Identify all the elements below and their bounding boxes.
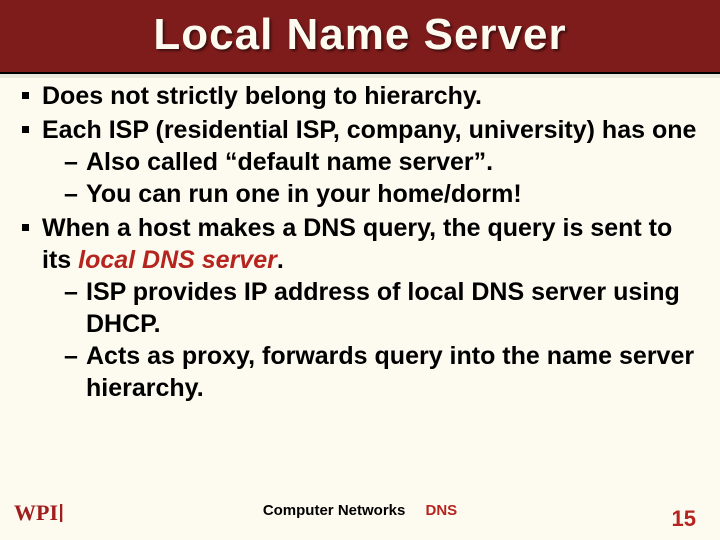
- footer-course: Computer Networks: [263, 502, 406, 519]
- bullet-item: Each ISP (residential ISP, company, univ…: [18, 114, 702, 210]
- footer-center: Computer Networks DNS: [0, 502, 720, 519]
- slide-title: Local Name Server: [153, 10, 566, 59]
- page-number: 15: [672, 506, 696, 532]
- sub-bullet-item: You can run one in your home/dorm!: [64, 178, 702, 210]
- bullet-text-emphasis: local DNS server: [78, 246, 277, 274]
- bullet-text: Does not strictly belong to hierarchy.: [42, 82, 482, 110]
- bullet-item: Does not strictly belong to hierarchy.: [18, 80, 702, 112]
- sub-bullet-text: Acts as proxy, forwards query into the n…: [86, 342, 694, 402]
- sub-bullet-item: Acts as proxy, forwards query into the n…: [64, 340, 702, 404]
- bullet-list: Does not strictly belong to hierarchy. E…: [18, 80, 702, 404]
- sub-bullet-text: ISP provides IP address of local DNS ser…: [86, 278, 680, 338]
- sub-bullet-list: ISP provides IP address of local DNS ser…: [42, 276, 702, 404]
- bullet-item: When a host makes a DNS query, the query…: [18, 212, 702, 404]
- sub-bullet-text: Also called “default name server”.: [86, 148, 493, 176]
- slide: Local Name Server Does not strictly belo…: [0, 0, 720, 540]
- sub-bullet-list: Also called “default name server”. You c…: [42, 146, 702, 210]
- slide-body: Does not strictly belong to hierarchy. E…: [18, 80, 702, 492]
- sub-bullet-item: Also called “default name server”.: [64, 146, 702, 178]
- bullet-text: Each ISP (residential ISP, company, univ…: [42, 116, 696, 144]
- title-band: Local Name Server: [0, 0, 720, 74]
- sub-bullet-item: ISP provides IP address of local DNS ser…: [64, 276, 702, 340]
- sub-bullet-text: You can run one in your home/dorm!: [86, 180, 522, 208]
- bullet-text-post: .: [277, 246, 284, 274]
- footer-topic: DNS: [410, 502, 458, 519]
- slide-footer: WPI Computer Networks DNS 15: [0, 502, 720, 532]
